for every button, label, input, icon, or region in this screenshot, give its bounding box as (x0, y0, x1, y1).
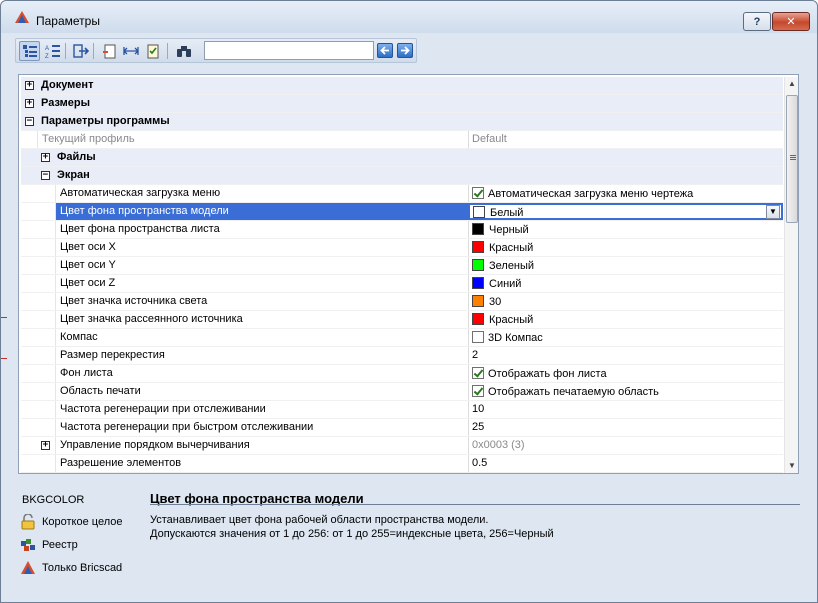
title-bar[interactable]: Параметры ? ✕ (1, 1, 817, 33)
color-swatch (472, 241, 484, 253)
description-line-2: Допускаются значения от 1 до 256: от 1 д… (150, 528, 554, 540)
next-arrow-icon[interactable] (397, 43, 413, 58)
prop-row-print-area[interactable]: Область печати Отображать печатаемую обл… (21, 383, 783, 401)
import-document-icon[interactable] (98, 41, 119, 61)
expand-icon[interactable]: + (41, 153, 50, 162)
description-panel: BKGCOLOR Короткое целое Реестр Только Br… (18, 484, 800, 596)
profile-value: Default (468, 131, 783, 148)
property-grid: + Документ + Размеры − Параметры програм… (18, 74, 799, 474)
vertical-scrollbar[interactable]: ▲ ▼ (784, 77, 798, 473)
color-swatch (473, 206, 485, 218)
bricscad-logo-icon (21, 561, 35, 574)
search-input[interactable] (204, 41, 374, 60)
svg-text:A: A (45, 46, 49, 52)
expand-icon[interactable]: + (25, 81, 34, 90)
bricscad-only: Только Bricscad (20, 560, 122, 576)
prop-row-axis-z-color[interactable]: Цвет оси Z Синий (21, 275, 783, 293)
collapse-icon[interactable]: − (25, 117, 34, 126)
toolbar: AZ (15, 38, 417, 63)
scroll-up-icon[interactable]: ▲ (785, 77, 798, 91)
collapse-icon[interactable]: − (41, 171, 50, 180)
prop-row-paper-bg-color[interactable]: Цвет фона пространства листа Черный (21, 221, 783, 239)
prop-row-axis-x-color[interactable]: Цвет оси X Красный (21, 239, 783, 257)
category-program-params[interactable]: − Параметры программы (21, 113, 783, 131)
options-dialog: Параметры ? ✕ AZ + Документ + Размеры − … (0, 0, 818, 603)
window-title: Параметры (36, 14, 100, 28)
previous-arrow-icon[interactable] (377, 43, 393, 58)
lock-icon (21, 514, 35, 530)
color-swatch (472, 277, 484, 289)
color-swatch (472, 259, 484, 271)
profile-row: Текущий профиль Default (21, 131, 783, 149)
profile-label: Текущий профиль (37, 131, 468, 148)
color-swatch (472, 313, 484, 325)
prop-row-sheet-background[interactable]: Фон листа Отображать фон листа (21, 365, 783, 383)
type-short-integer: Короткое целое (20, 514, 123, 530)
category-screen[interactable]: − Экран (21, 167, 783, 185)
registry-icon (21, 539, 35, 551)
checkbox[interactable] (472, 187, 484, 199)
checkbox[interactable] (472, 331, 484, 343)
svg-text:Z: Z (45, 54, 49, 59)
export-icon[interactable] (70, 41, 91, 61)
edge-marker (1, 358, 7, 359)
checkbox[interactable] (472, 367, 484, 379)
expand-icon[interactable]: + (41, 441, 50, 450)
prop-row-spot-icon-color[interactable]: Цвет значка рассеянного источника Красны… (21, 311, 783, 329)
app-logo-icon (15, 11, 29, 23)
color-swatch (472, 223, 484, 235)
prop-row-regen-tracking[interactable]: Частота регенерации при отслеживании 10 (21, 401, 783, 419)
category-document[interactable]: + Документ (21, 77, 783, 95)
scroll-down-icon[interactable]: ▼ (785, 459, 798, 473)
categorized-view-icon[interactable] (19, 41, 40, 61)
prop-row-axis-y-color[interactable]: Цвет оси Y Зеленый (21, 257, 783, 275)
expand-icon[interactable]: + (25, 99, 34, 108)
dimension-icon[interactable] (120, 41, 141, 61)
scroll-thumb[interactable] (786, 95, 798, 223)
prop-row-menu-autoload[interactable]: Автоматическая загрузка меню Автоматичес… (21, 185, 783, 203)
checkbox[interactable] (472, 385, 484, 397)
help-button[interactable]: ? (743, 12, 771, 31)
color-dropdown[interactable]: Белый ▼ (468, 203, 783, 220)
prop-row-model-bg-color[interactable]: Цвет фона пространства модели Белый ▼ (21, 203, 783, 221)
prop-row-regen-fast-tracking[interactable]: Частота регенерации при быстром отслежив… (21, 419, 783, 437)
category-files[interactable]: + Файлы (21, 149, 783, 167)
color-swatch (472, 295, 484, 307)
variable-name: BKGCOLOR (22, 494, 85, 506)
close-button[interactable]: ✕ (772, 12, 810, 31)
prop-row-element-resolution[interactable]: Разрешение элементов 0.5 (21, 455, 783, 473)
description-line-1: Устанавливает цвет фона рабочей области … (150, 514, 489, 526)
edge-marker (1, 317, 7, 318)
prop-row-crosshair-size[interactable]: Размер перекрестия 2 (21, 347, 783, 365)
prop-row-light-icon-color[interactable]: Цвет значка источника света 30 (21, 293, 783, 311)
storage-registry: Реестр (20, 537, 78, 553)
binoculars-icon[interactable] (173, 41, 194, 61)
checklist-icon[interactable] (142, 41, 163, 61)
prop-row-draw-order[interactable]: + Управление порядком вычерчивания 0x000… (21, 437, 783, 455)
chevron-down-icon[interactable]: ▼ (766, 205, 780, 219)
prop-row-compass[interactable]: Компас 3D Компас (21, 329, 783, 347)
category-dimensions[interactable]: + Размеры (21, 95, 783, 113)
sort-alphabetical-icon[interactable]: AZ (42, 41, 63, 61)
